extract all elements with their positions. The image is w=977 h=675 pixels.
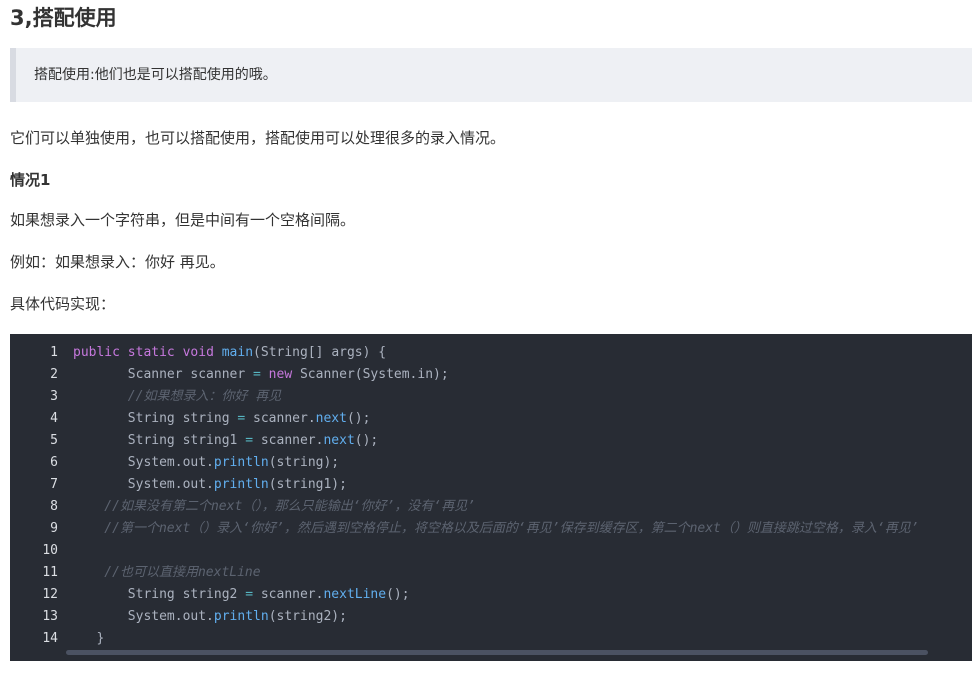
code-token: = (245, 433, 254, 448)
code-token: System.out. (73, 609, 214, 624)
code-line: System.out.println(string2); (73, 606, 972, 628)
code-line: } (73, 628, 972, 650)
code-token: println (213, 609, 269, 624)
code-line: //如果没有第二个next（），那么只能输出‘你好’，没有‘再见’ (73, 496, 972, 518)
line-number: 1 (50, 345, 58, 360)
paragraph-example: 例如：如果想录入：你好 再见。 (10, 253, 225, 271)
paragraph-code-intro: 具体代码实现： (10, 295, 116, 313)
code-token: scanner. (253, 587, 324, 602)
line-number: 5 (50, 433, 58, 448)
line-number-gutter: 1 2 3 4 5 6 7 8 9 10 11 12 13 14 (10, 342, 58, 650)
article-page: 3,搭配使用 搭配使用:他们也是可以搭配使用的哦。 它们可以单独使用，也可以搭配… (0, 0, 977, 675)
line-number: 6 (50, 455, 58, 470)
line-number: 2 (50, 367, 58, 382)
case-title: 情况1 (10, 171, 51, 189)
code-line: String string1 = scanner.next(); (73, 430, 972, 452)
blockquote: 搭配使用:他们也是可以搭配使用的哦。 (10, 48, 972, 102)
line-number: 10 (42, 543, 58, 558)
code-line: String string2 = scanner.nextLine(); (73, 584, 972, 606)
code-token: println (213, 455, 269, 470)
code-token: new (268, 367, 293, 382)
code-token: (string); (268, 455, 340, 470)
line-number: 13 (42, 609, 58, 624)
code-token: String string1 (73, 433, 246, 448)
code-line: Scanner scanner = new Scanner(System.in)… (73, 364, 972, 386)
code-line: //第一个next（）录入‘你好’，然后遇到空格停止，将空格以及后面的‘再见’保… (73, 518, 972, 540)
line-number: 8 (50, 499, 58, 514)
code-token: = (245, 587, 254, 602)
code-token: static (127, 345, 175, 360)
horizontal-scrollbar[interactable] (66, 650, 928, 655)
code-token: (); (386, 587, 410, 602)
code-block: 1 2 3 4 5 6 7 8 9 10 11 12 13 14 public static void m… (10, 334, 972, 661)
code-token: (string1); (268, 477, 347, 492)
paragraph-intro: 它们可以单独使用，也可以搭配使用，搭配使用可以处理很多的录入情况。 (10, 129, 506, 147)
code-token: public (73, 345, 120, 360)
code-token: Scanner(System.in); (292, 367, 449, 382)
section-heading: 3,搭配使用 (10, 6, 117, 30)
code-token: System.out. (73, 455, 214, 470)
paragraph-case-description: 如果想录入一个字符串，但是中间有一个空格间隔。 (10, 211, 356, 229)
line-number: 3 (50, 389, 58, 404)
line-number: 11 (42, 565, 58, 580)
code-token: = (253, 367, 261, 382)
code-line: String string = scanner.next(); (73, 408, 972, 430)
code-token: nextLine (323, 587, 387, 602)
line-number: 12 (42, 587, 58, 602)
code-line: System.out.println(string1); (73, 474, 972, 496)
code-token: //如果没有第二个next（），那么只能输出‘你好’，没有‘再见’ (73, 499, 476, 514)
code-line: System.out.println(string); (73, 452, 972, 474)
code-token: String string2 (73, 587, 246, 602)
code-line: //也可以直接用nextLine (73, 562, 972, 584)
code-token: } (73, 631, 105, 646)
code-token: main (221, 345, 254, 360)
blockquote-text: 搭配使用:他们也是可以搭配使用的哦。 (34, 67, 277, 83)
code-token: //也可以直接用nextLine (73, 565, 261, 580)
code-token: String string (73, 411, 238, 426)
line-number: 7 (50, 477, 58, 492)
code-line: //如果想录入：你好 再见 (73, 386, 972, 408)
line-number: 9 (50, 521, 58, 536)
line-number: 4 (50, 411, 58, 426)
code-token: next (315, 411, 347, 426)
code-token: scanner. (245, 411, 316, 426)
code-token: void (182, 345, 214, 360)
code-token: //如果想录入：你好 再见 (73, 389, 282, 404)
code-token: (); (354, 433, 379, 448)
code-token: (); (346, 411, 371, 426)
code-token: //第一个next（）录入‘你好’，然后遇到空格停止，将空格以及后面的‘再见’保… (73, 521, 919, 536)
code-lines: public static void main(String[] args) {… (73, 342, 972, 650)
code-token: scanner. (253, 433, 324, 448)
code-token: System.out. (73, 477, 214, 492)
code-line: public static void main(String[] args) { (73, 342, 972, 364)
code-token: (String[] args) { (253, 345, 387, 360)
code-token: Scanner scanner (73, 367, 254, 382)
code-token: (string2); (268, 609, 347, 624)
line-number: 14 (42, 631, 58, 646)
code-token: println (213, 477, 269, 492)
code-token: next (323, 433, 355, 448)
